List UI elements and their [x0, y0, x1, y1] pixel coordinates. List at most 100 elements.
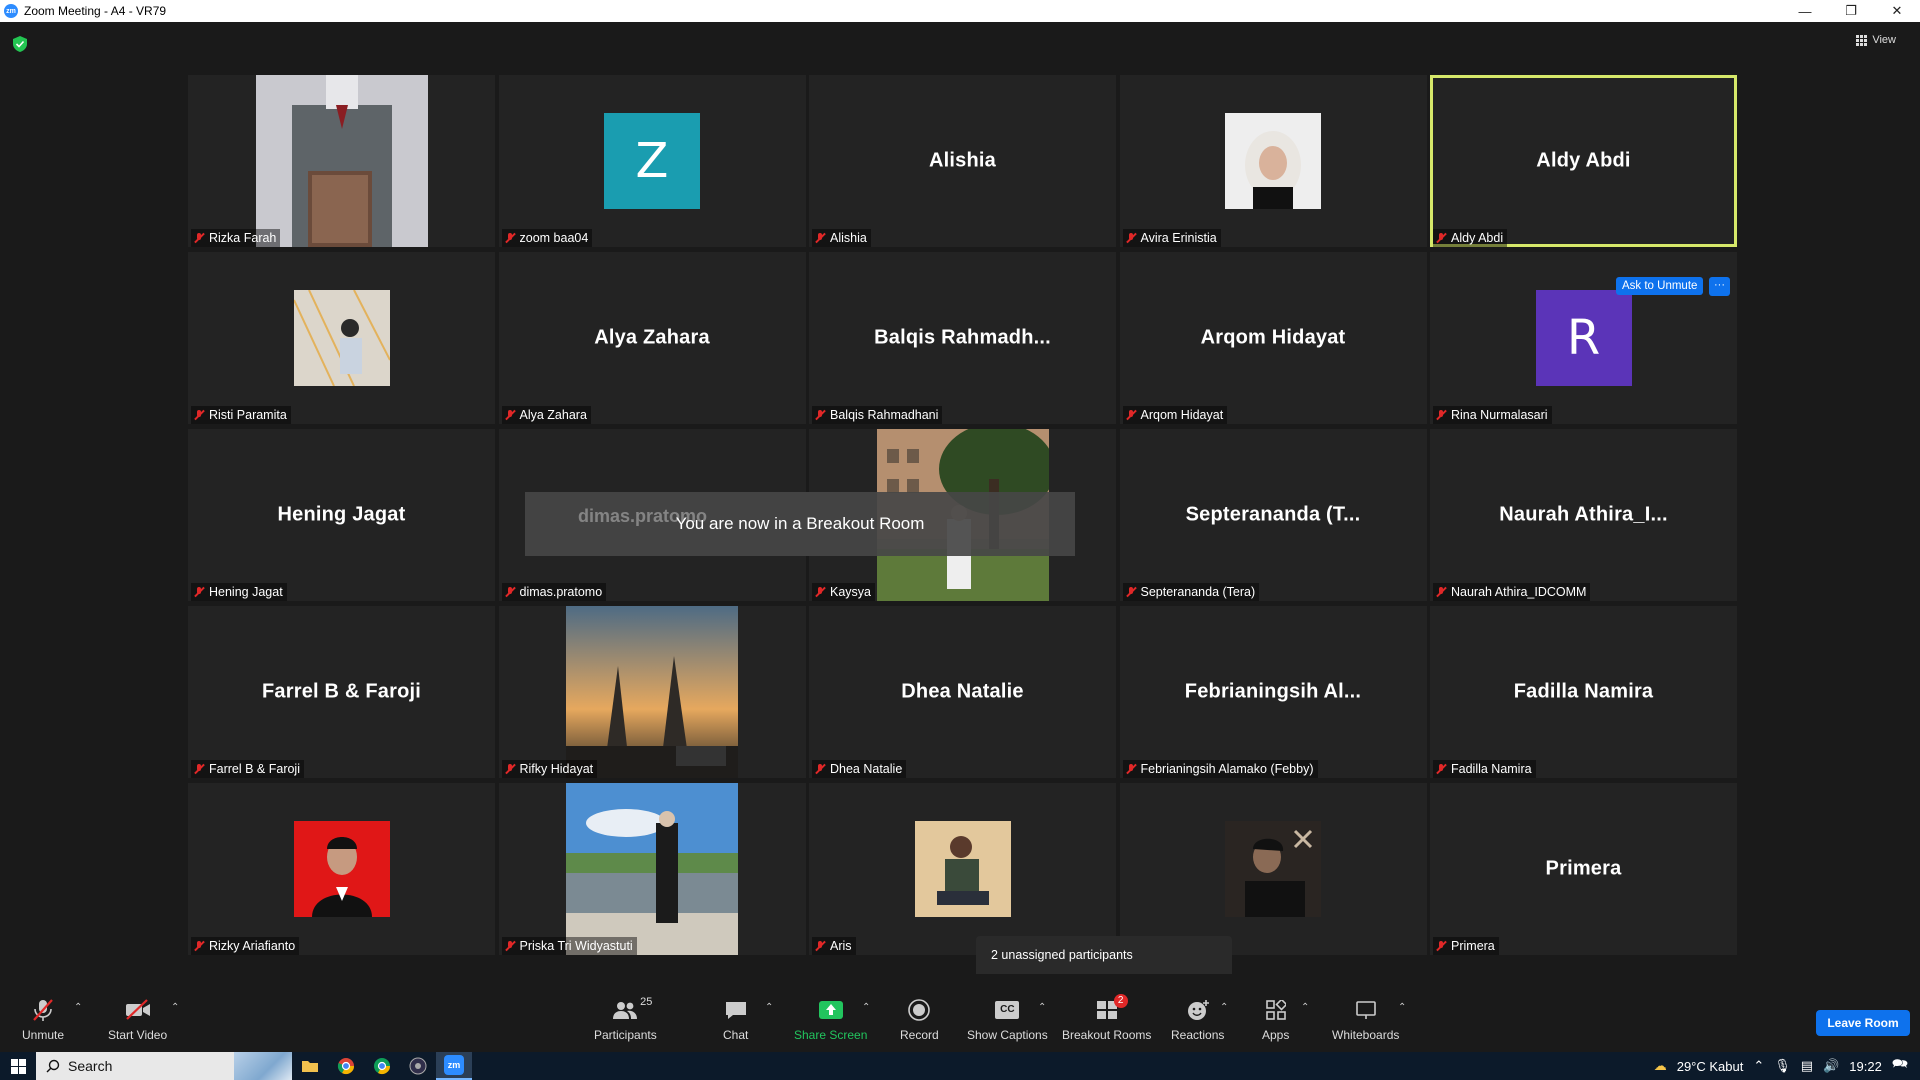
participant-display-name: Febrianingsih Al...	[1184, 680, 1362, 703]
ask-to-unmute-button[interactable]: Ask to Unmute	[1616, 277, 1704, 295]
weather-status[interactable]: 29°C Kabut	[1677, 1059, 1744, 1074]
participant-photo	[914, 821, 1011, 917]
leave-room-button[interactable]: Leave Room	[1816, 1010, 1910, 1036]
cc-glyph: CC	[995, 1001, 1020, 1019]
reactions-options-caret[interactable]: ⌃	[1220, 1002, 1228, 1013]
participant-tile[interactable]: Farrel B & Faroji Farrel B & Faroji	[188, 606, 495, 778]
mic-muted-icon	[193, 586, 205, 598]
microphone-tray-icon[interactable]: 🎙	[1774, 1058, 1791, 1074]
participant-name: Primera	[1451, 939, 1495, 953]
network-icon[interactable]: ▤	[1801, 1058, 1813, 1074]
reactions-button[interactable]: Reactions	[1171, 998, 1224, 1042]
mic-muted-icon	[1435, 232, 1447, 244]
participant-tile[interactable]	[1119, 783, 1427, 955]
video-options-caret[interactable]: ⌃	[171, 1002, 179, 1013]
audio-options-caret[interactable]: ⌃	[74, 1002, 82, 1013]
whiteboards-label: Whiteboards	[1332, 1028, 1400, 1042]
chrome-profile-icon[interactable]	[364, 1052, 400, 1080]
participant-tile[interactable]: Alishia Alishia	[809, 75, 1116, 247]
participant-tile[interactable]: Febrianingsih Al... Febrianingsih Alamako…	[1119, 606, 1427, 778]
apps-options-caret[interactable]: ⌃	[1301, 1002, 1309, 1013]
share-screen-button[interactable]: Share Screen	[794, 998, 867, 1042]
volume-icon[interactable]: 🔊	[1823, 1058, 1839, 1074]
participant-name-label: Rifky Hidayat	[501, 760, 598, 778]
breakout-rooms-button[interactable]: 2 Breakout Rooms	[1062, 994, 1151, 1042]
zoom-logo-icon: zm	[4, 4, 18, 18]
chrome-icon[interactable]	[328, 1052, 364, 1080]
file-explorer-icon[interactable]	[292, 1052, 328, 1080]
participant-tile[interactable]: Rizka Farah	[188, 75, 495, 247]
show-captions-button[interactable]: CC Show Captions	[967, 998, 1048, 1042]
participant-tile[interactable]: Aldy Abdi Aldy Abdi	[1430, 75, 1737, 247]
chat-options-caret[interactable]: ⌃	[765, 1002, 773, 1013]
restore-button[interactable]: ❐	[1828, 0, 1874, 22]
participant-more-button[interactable]: ···	[1709, 277, 1730, 296]
participant-name: Farrel B & Faroji	[209, 762, 300, 776]
participant-name: Alishia	[830, 231, 867, 245]
zoom-taskbar-icon[interactable]: zm	[436, 1052, 472, 1080]
participant-tile[interactable]: Hening Jagat Hening Jagat	[188, 429, 495, 601]
mic-muted-icon	[193, 409, 205, 421]
participant-tile[interactable]: Primera Primera	[1430, 783, 1737, 955]
encryption-shield-icon[interactable]	[13, 36, 27, 52]
whiteboards-options-caret[interactable]: ⌃	[1398, 1002, 1406, 1013]
participant-display-name: Fadilla Namira	[1513, 680, 1654, 703]
chat-button[interactable]: Chat	[723, 998, 748, 1042]
apps-label: Apps	[1262, 1028, 1290, 1042]
participants-button[interactable]: 25 Participants	[594, 996, 657, 1042]
mic-muted-icon	[193, 940, 205, 952]
view-button[interactable]: View	[1856, 34, 1896, 46]
participant-tile[interactable]: Rifky Hidayat	[498, 606, 806, 778]
clock[interactable]: 19:22	[1849, 1059, 1882, 1074]
whiteboards-button[interactable]: Whiteboards	[1332, 998, 1399, 1042]
notifications-icon[interactable]: 🗪	[1892, 1055, 1908, 1077]
tray-expand-icon[interactable]: ⌃	[1753, 1058, 1764, 1074]
participant-tile[interactable]: Arqom Hidayat Arqom Hidayat	[1119, 252, 1427, 424]
participant-name-label: Hening Jagat	[191, 583, 287, 601]
unmute-button[interactable]: Unmute	[22, 998, 64, 1042]
participant-name-label: Risti Paramita	[191, 406, 291, 424]
participant-name: Rizky Ariafianto	[209, 939, 296, 953]
share-screen-label: Share Screen	[794, 1028, 868, 1042]
participant-name: Dhea Natalie	[830, 762, 903, 776]
participant-tile[interactable]: Septerananda (T... Septerananda (Tera)	[1119, 429, 1427, 601]
record-button[interactable]: Record	[900, 998, 939, 1042]
participants-label: Participants	[594, 1028, 657, 1042]
participant-tile[interactable]: Risti Paramita	[188, 252, 495, 424]
participant-name-label: Febrianingsih Alamako (Febby)	[1122, 760, 1318, 778]
participant-tile[interactable]: Aris	[809, 783, 1116, 955]
participant-photo	[566, 783, 738, 955]
participant-tile[interactable]: Dhea Natalie Dhea Natalie	[809, 606, 1116, 778]
record-icon	[908, 998, 931, 1022]
participant-display-name: Dhea Natalie	[901, 680, 1024, 703]
participant-tile[interactable]: Fadilla Namira Fadilla Namira	[1430, 606, 1737, 778]
participant-tile[interactable]: Balqis Rahmadh... Balqis Rahmadhani	[809, 252, 1116, 424]
obs-icon[interactable]	[400, 1052, 436, 1080]
taskbar-search[interactable]: Search	[36, 1052, 292, 1080]
mic-muted-icon	[504, 232, 516, 244]
breakout-badge: 2	[1113, 994, 1128, 1008]
participant-tile[interactable]: Avira Erinistia	[1119, 75, 1427, 247]
mic-muted-icon	[504, 409, 516, 421]
captions-options-caret[interactable]: ⌃	[1038, 1002, 1046, 1013]
participant-tile[interactable]: Alya Zahara Alya Zahara	[498, 252, 806, 424]
participant-photo	[255, 75, 428, 247]
share-options-caret[interactable]: ⌃	[862, 1002, 870, 1013]
participant-tile[interactable]: Rizky Ariafianto	[188, 783, 495, 955]
mic-muted-icon	[1125, 763, 1137, 775]
participant-name-label: Aldy Abdi	[1433, 229, 1508, 247]
participant-name: Rina Nurmalasari	[1451, 408, 1548, 422]
start-button[interactable]	[0, 1052, 36, 1080]
participant-tile[interactable]: Naurah Athira_I... Naurah Athira_IDCOMM	[1430, 429, 1737, 601]
system-tray: ☁ 29°C Kabut ⌃ 🎙 ▤ 🔊 19:22 🗪	[1654, 1052, 1920, 1080]
participant-name-label: Rina Nurmalasari	[1433, 406, 1552, 424]
participant-photo	[1225, 821, 1321, 917]
close-window-button[interactable]: ✕	[1874, 0, 1920, 22]
participant-tile[interactable]: Priska Tri Widyastuti	[498, 783, 806, 955]
window-controls: — ❐ ✕	[1782, 0, 1920, 22]
start-video-button[interactable]: Start Video	[108, 998, 167, 1042]
participant-display-name: Aldy Abdi	[1536, 149, 1631, 172]
apps-button[interactable]: Apps	[1262, 998, 1289, 1042]
minimize-button[interactable]: —	[1782, 0, 1828, 22]
participant-tile[interactable]: Zzoom baa04	[498, 75, 806, 247]
